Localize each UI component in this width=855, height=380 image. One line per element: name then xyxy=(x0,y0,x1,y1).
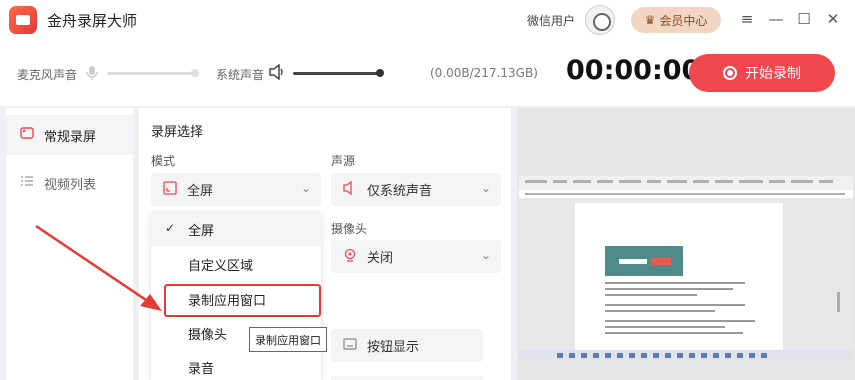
mode-label: 模式 xyxy=(151,154,176,168)
sidebar-item-video-list[interactable]: 视频列表 xyxy=(6,163,133,203)
annotation-arrow xyxy=(35,224,162,311)
highlight-box xyxy=(164,284,321,317)
minimize-icon[interactable]: — xyxy=(766,9,786,29)
dropdown-option-audio[interactable]: 录音 xyxy=(151,350,321,380)
section-title: 录屏选择 xyxy=(151,125,204,140)
record-screen-icon xyxy=(20,126,34,144)
app-logo-icon xyxy=(9,6,37,34)
camera-value: 关闭 xyxy=(367,251,394,266)
vip-center-label: 会员中心 xyxy=(659,13,708,28)
system-volume-handle[interactable] xyxy=(376,69,384,77)
next-option-row xyxy=(331,376,483,380)
dropdown-option-label: 录音 xyxy=(188,361,215,377)
speaker-icon xyxy=(343,180,357,199)
mode-select-value: 全屏 xyxy=(187,184,214,199)
vip-center-button[interactable]: ♛ 会员中心 xyxy=(631,7,721,33)
microphone-icon[interactable] xyxy=(86,65,98,81)
maximize-icon[interactable]: ☐ xyxy=(794,9,814,29)
chevron-down-icon: ⌄ xyxy=(480,248,491,262)
screen-preview xyxy=(517,108,855,380)
storage-info: (0.00B/217.13GB) xyxy=(430,66,538,80)
system-volume-slider[interactable] xyxy=(293,72,381,75)
fullscreen-icon xyxy=(163,180,177,199)
mic-volume-slider[interactable] xyxy=(107,72,195,75)
button-display-row: 按钮显示 xyxy=(331,329,568,363)
avatar[interactable] xyxy=(585,5,615,35)
sidebar-item-label: 视频列表 xyxy=(44,177,97,193)
dropdown-option-custom-region[interactable]: 自定义区域 xyxy=(151,247,321,281)
camera-select[interactable]: 关闭 ⌄ xyxy=(331,240,501,273)
speaker-icon[interactable] xyxy=(268,63,286,81)
sidebar-item-normal-record[interactable]: 常规录屏 xyxy=(6,115,133,155)
record-timer: 00:00:00 xyxy=(566,55,701,86)
mic-label: 麦克风声音 xyxy=(17,68,78,82)
chevron-down-icon: ⌄ xyxy=(480,181,491,195)
list-icon xyxy=(20,174,34,192)
system-sound-label: 系统声音 xyxy=(216,68,265,82)
button-display-label: 按钮显示 xyxy=(367,340,420,355)
dropdown-option-label: 全屏 xyxy=(188,223,215,239)
crown-icon: ♛ xyxy=(644,13,656,27)
dropdown-option-fullscreen[interactable]: ✓ 全屏 xyxy=(151,212,321,246)
app-title: 金舟录屏大师 xyxy=(47,12,138,30)
title-bar: 金舟录屏大师 微信用户 ♛ 会员中心 ≡ — ☐ ✕ xyxy=(0,0,855,40)
dropdown-option-label: 自定义区域 xyxy=(188,258,254,274)
chevron-up-icon: ⌄ xyxy=(300,181,311,195)
menu-icon[interactable]: ≡ xyxy=(737,9,757,29)
dropdown-option-label: 摄像头 xyxy=(188,327,228,343)
tooltip: 录制应用窗口 xyxy=(249,327,327,352)
audio-source-label: 声源 xyxy=(331,154,356,168)
mic-volume-handle[interactable] xyxy=(191,69,199,77)
audio-source-value: 仅系统声音 xyxy=(367,184,433,199)
mode-select[interactable]: 全屏 ⌄ xyxy=(151,173,321,206)
start-recording-button[interactable]: 开始录制 xyxy=(689,54,835,92)
camera-icon xyxy=(343,248,357,266)
close-icon[interactable]: ✕ xyxy=(823,9,843,29)
record-icon xyxy=(723,66,737,80)
audio-source-select[interactable]: 仅系统声音 ⌄ xyxy=(331,173,501,206)
camera-label: 摄像头 xyxy=(331,222,368,236)
user-name[interactable]: 微信用户 xyxy=(527,12,575,29)
keyboard-icon xyxy=(343,337,357,354)
start-recording-label: 开始录制 xyxy=(745,66,801,82)
sidebar-item-label: 常规录屏 xyxy=(44,129,97,145)
